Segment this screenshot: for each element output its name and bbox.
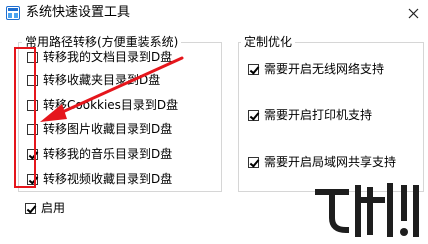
watermark-logo <box>315 183 419 237</box>
